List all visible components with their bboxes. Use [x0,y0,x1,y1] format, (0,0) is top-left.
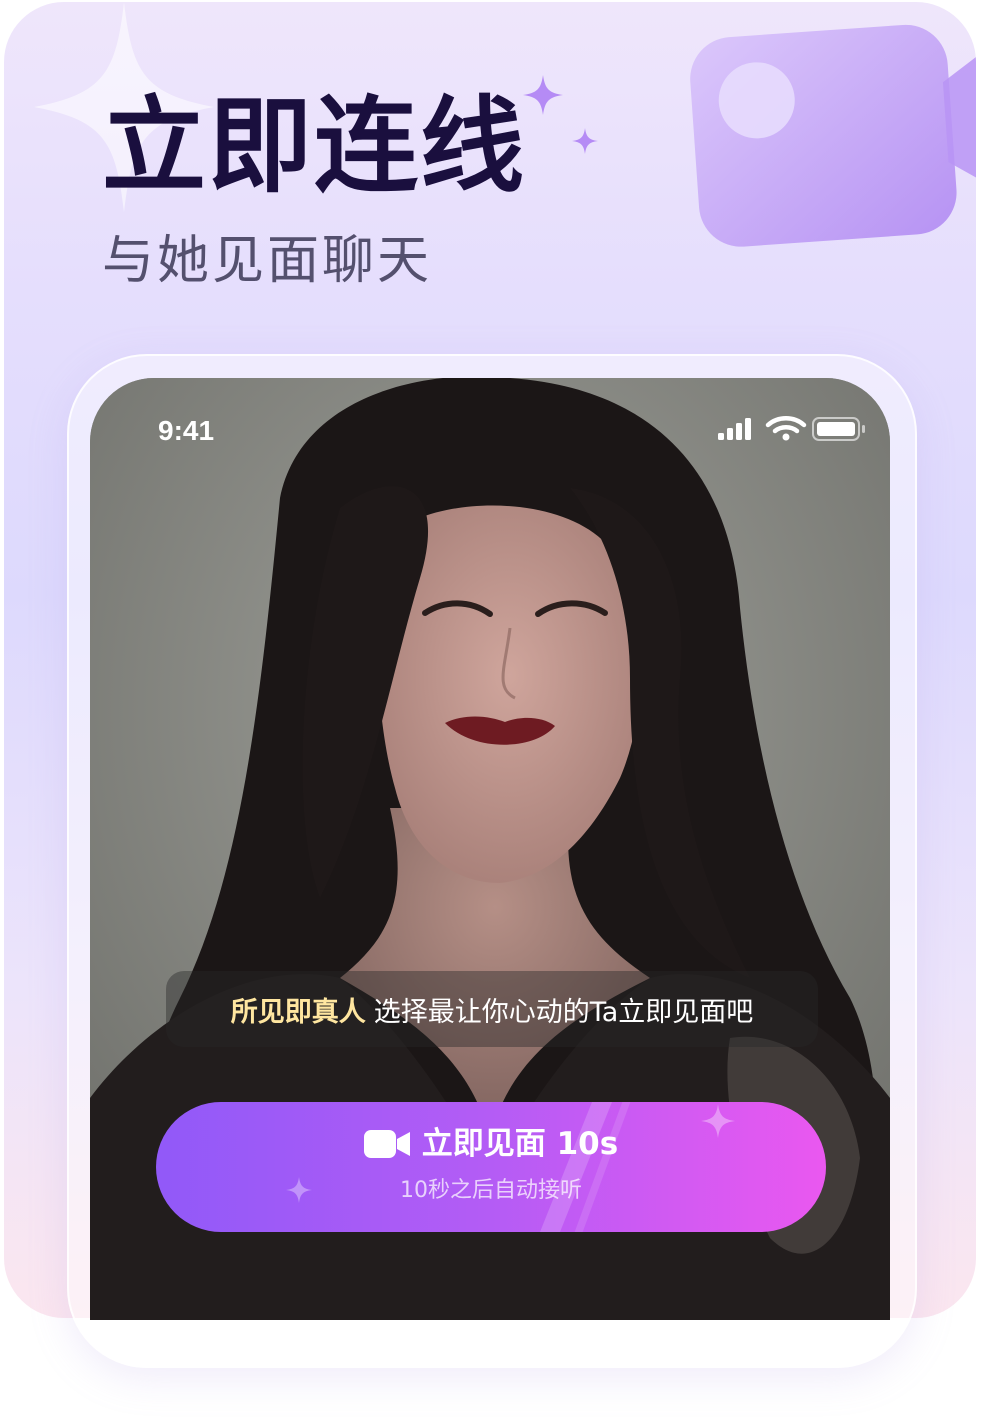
status-bar-icons [718,416,865,441]
battery-icon [812,417,865,441]
phone-screen: 9:41 所见即真人 选择最让你心动的Ta立即见面吧 立即见面 10s 10秒之… [90,378,890,1320]
caption-text: 选择最让你心动的Ta立即见面吧 [373,996,754,1028]
sparkle-icon [523,75,563,115]
meet-now-label: 立即见面 10s [421,1126,619,1162]
caption-banner: 所见即真人 选择最让你心动的Ta立即见面吧 [166,971,818,1047]
video-camera-decoration-icon [690,24,976,247]
signal-icon [718,418,751,440]
promo-subheadline: 与她见面聊天 [102,231,433,291]
meet-now-button[interactable]: 立即见面 10s 10秒之后自动接听 [156,1102,826,1232]
video-camera-icon [363,1130,410,1158]
sparkle-icon [572,128,598,154]
wifi-icon [765,416,807,441]
button-shine-decoration [540,1102,631,1232]
promo-headline: 立即连线 [102,85,527,207]
auto-answer-hint: 10秒之后自动接听 [400,1178,582,1203]
status-bar-time: 9:41 [158,415,215,446]
caption-highlight: 所见即真人 [230,996,366,1028]
meet-now-label-row: 立即见面 10s [156,1124,826,1164]
